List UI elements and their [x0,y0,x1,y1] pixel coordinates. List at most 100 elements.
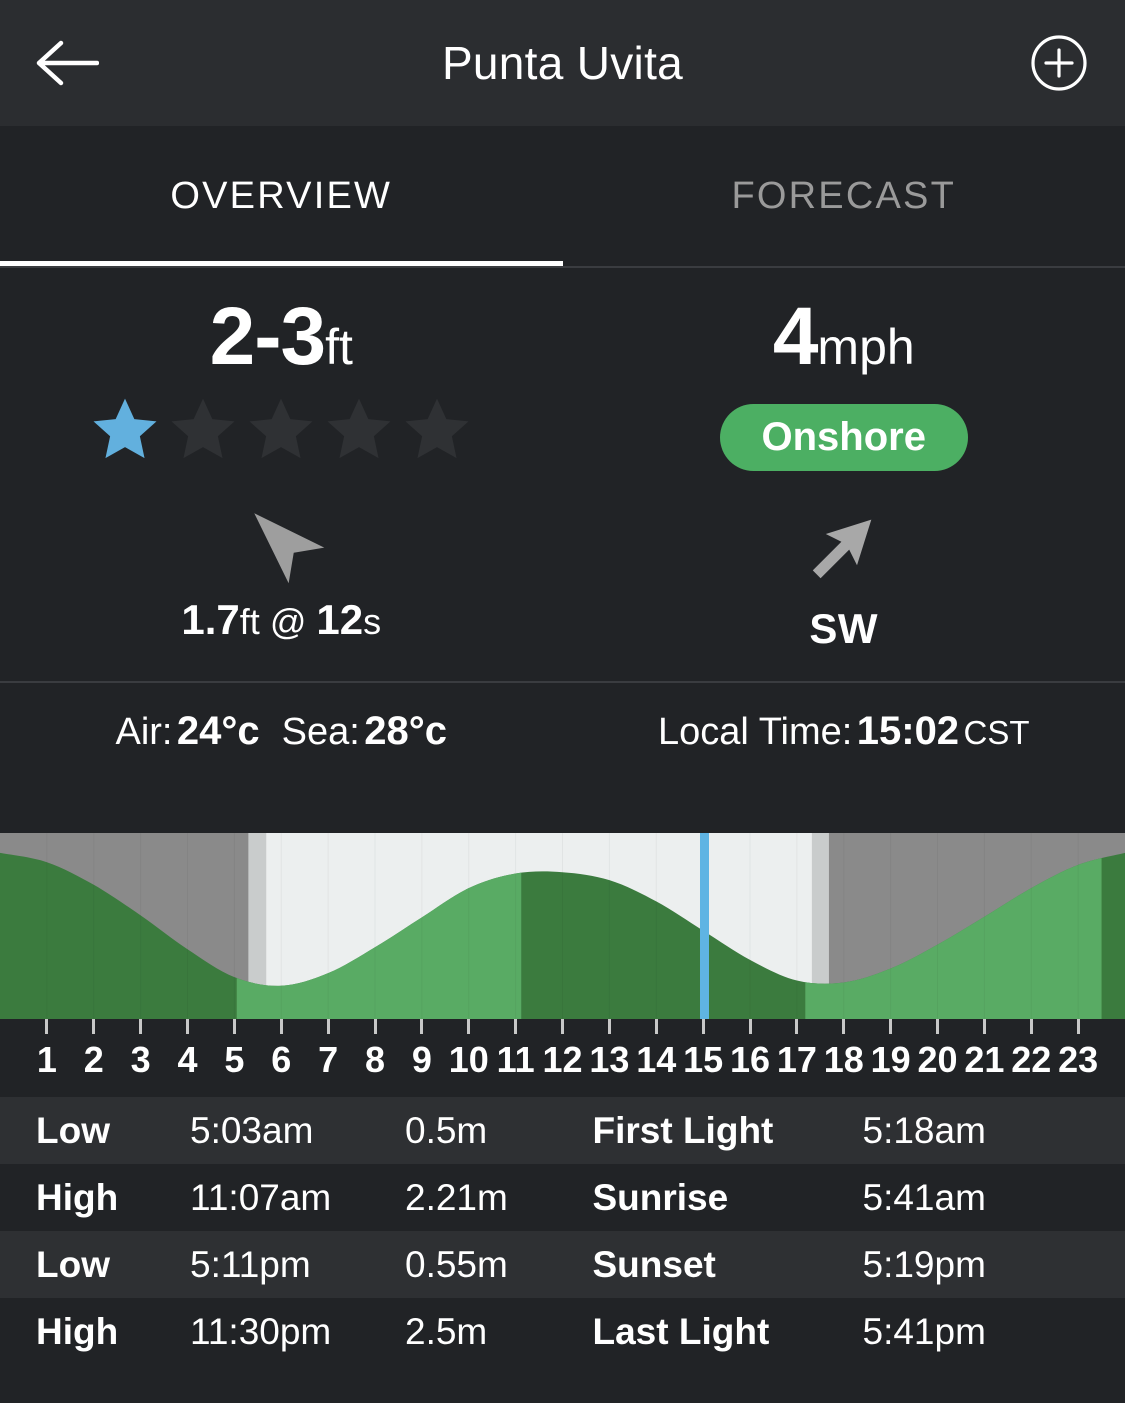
wind-speed-unit: mph [817,319,915,375]
table-row[interactable]: High 11:30pm 2.5m [0,1298,563,1365]
hour-axis: 1 2 3 4 5 6 7 8 9 10 11 12 13 14 15 16 17 18 19 20 21 22 23 [0,1019,1125,1097]
local-time-cell: Local Time: 15:02 CST [563,683,1125,833]
wind-direction-arrow-icon [812,519,872,579]
hour-label: 1 [36,1039,57,1080]
app-header: Punta Uvita [0,0,1125,126]
plus-circle-icon [1031,35,1087,91]
hour-tick [1029,1019,1033,1034]
arrow-left-icon [36,40,99,86]
swell-height-value: 2-3 [209,291,327,382]
star-icon-filled [93,398,157,459]
tide-type: High [36,1176,119,1218]
hour-tick [420,1019,424,1034]
hour-label: 15 [683,1039,724,1080]
hour-label: 23 [1058,1039,1099,1080]
wind-speed-value: 4 [772,291,819,382]
star-icon-empty [249,398,313,459]
hour-tick [467,1019,471,1034]
star-icon-empty [327,398,391,459]
add-spot-button[interactable] [1027,31,1091,95]
hour-tick [607,1019,611,1034]
hour-tick [279,1019,283,1034]
timezone-label: CST [963,714,1030,751]
hour-label: 18 [823,1039,864,1080]
tide-chart[interactable] [0,833,1125,1019]
hour-tick [373,1019,377,1034]
tide-height: 2.21m [405,1176,508,1218]
sun-event-time: 5:41am [862,1176,986,1218]
swell-period-line: 1.7ft @ 12s [181,596,381,644]
table-row[interactable]: Low 5:11pm 0.55m [0,1231,563,1298]
temperature-cell: Air: 24°c Sea: 28°c [0,683,563,833]
table-row[interactable]: Sunset 5:19pm [562,1231,1125,1298]
tide-type: High [36,1310,119,1352]
local-time-value: 15:02 [856,709,960,753]
table-row[interactable]: Low 5:03am 0.5m [0,1097,563,1164]
table-row[interactable]: High 11:07am 2.21m [0,1164,563,1231]
table-row[interactable]: First Light 5:18am [562,1097,1125,1164]
tab-bar: OVERVIEW FORECAST [0,126,1125,266]
back-button[interactable] [32,28,102,98]
hour-label: 5 [224,1039,245,1080]
local-time-text: Local Time: 15:02 CST [658,709,1030,754]
hour-tick [45,1019,49,1034]
hour-tick [232,1019,236,1034]
hour-tick [186,1019,189,1034]
hour-label: 20 [917,1039,958,1080]
hour-label: 21 [964,1039,1005,1080]
air-value: 24°c [176,709,260,753]
swell-direction-arrow-icon [254,513,325,584]
tide-type: Low [36,1109,110,1151]
page-title: Punta Uvita [441,37,684,89]
sun-event-time: 5:19pm [862,1243,986,1285]
hour-tick [139,1019,143,1034]
sun-event-label: Last Light [592,1310,770,1352]
hour-tick [889,1019,893,1034]
swell-height-unit: ft [325,319,353,375]
hour-tick [795,1019,799,1034]
sun-event-label: Sunrise [592,1176,729,1218]
hour-tick [1076,1019,1080,1034]
hour-tick [561,1019,564,1034]
tide-time: 5:11pm [190,1243,311,1285]
tide-chart-svg [0,833,1125,1019]
local-time-label: Local Time: [657,711,853,753]
hour-label: 19 [870,1039,911,1080]
surf-forecast-screen: Punta Uvita OVERVIEW FORECAST 2-3ft 1.7f… [0,0,1125,1403]
hour-label: 3 [130,1039,151,1080]
wind-direction: SW [809,604,879,652]
hour-label: 13 [589,1039,630,1080]
hour-label: 7 [318,1039,339,1080]
hour-tick [982,1019,986,1034]
tide-table: Low 5:03am 0.5m High 11:07am 2.21m Low 5… [0,1097,563,1365]
hour-tick [701,1019,705,1034]
tab-overview[interactable]: OVERVIEW [0,126,563,266]
hour-label: 2 [83,1039,104,1080]
hour-tick [326,1019,330,1034]
hour-label: 6 [271,1039,292,1080]
swell-separator: @ [259,601,317,642]
tab-forecast[interactable]: FORECAST [563,126,1125,266]
swell-arrow-wrap [236,492,326,588]
hour-label: 16 [729,1039,771,1080]
hour-label: 4 [177,1039,198,1080]
table-row[interactable]: Sunrise 5:41am [562,1164,1125,1231]
wind-arrow-wrap [798,499,890,595]
swell-period-value: 12 [316,596,364,643]
swell-column: 2-3ft 1.7ft @ 12s [0,268,563,681]
wind-column: 4mph Onshore SW [563,268,1125,681]
tide-height: 0.5m [405,1109,488,1151]
sea-label: Sea: [281,711,360,753]
sun-event-time: 5:18am [862,1109,986,1151]
bottom-tables: Low 5:03am 0.5m High 11:07am 2.21m Low 5… [0,1097,1125,1365]
sun-event-label: Sunset [592,1243,716,1285]
star-icon-empty [405,398,469,459]
sun-event-time: 5:41pm [862,1310,986,1352]
star-icon-empty [171,398,235,459]
swell-secondary-value: 1.7 [181,596,240,643]
tide-height: 0.55m [405,1243,508,1285]
air-label: Air: [115,711,173,753]
sun-event-label: First Light [592,1109,774,1151]
hour-tick [654,1019,658,1034]
table-row[interactable]: Last Light 5:41pm [562,1298,1125,1365]
